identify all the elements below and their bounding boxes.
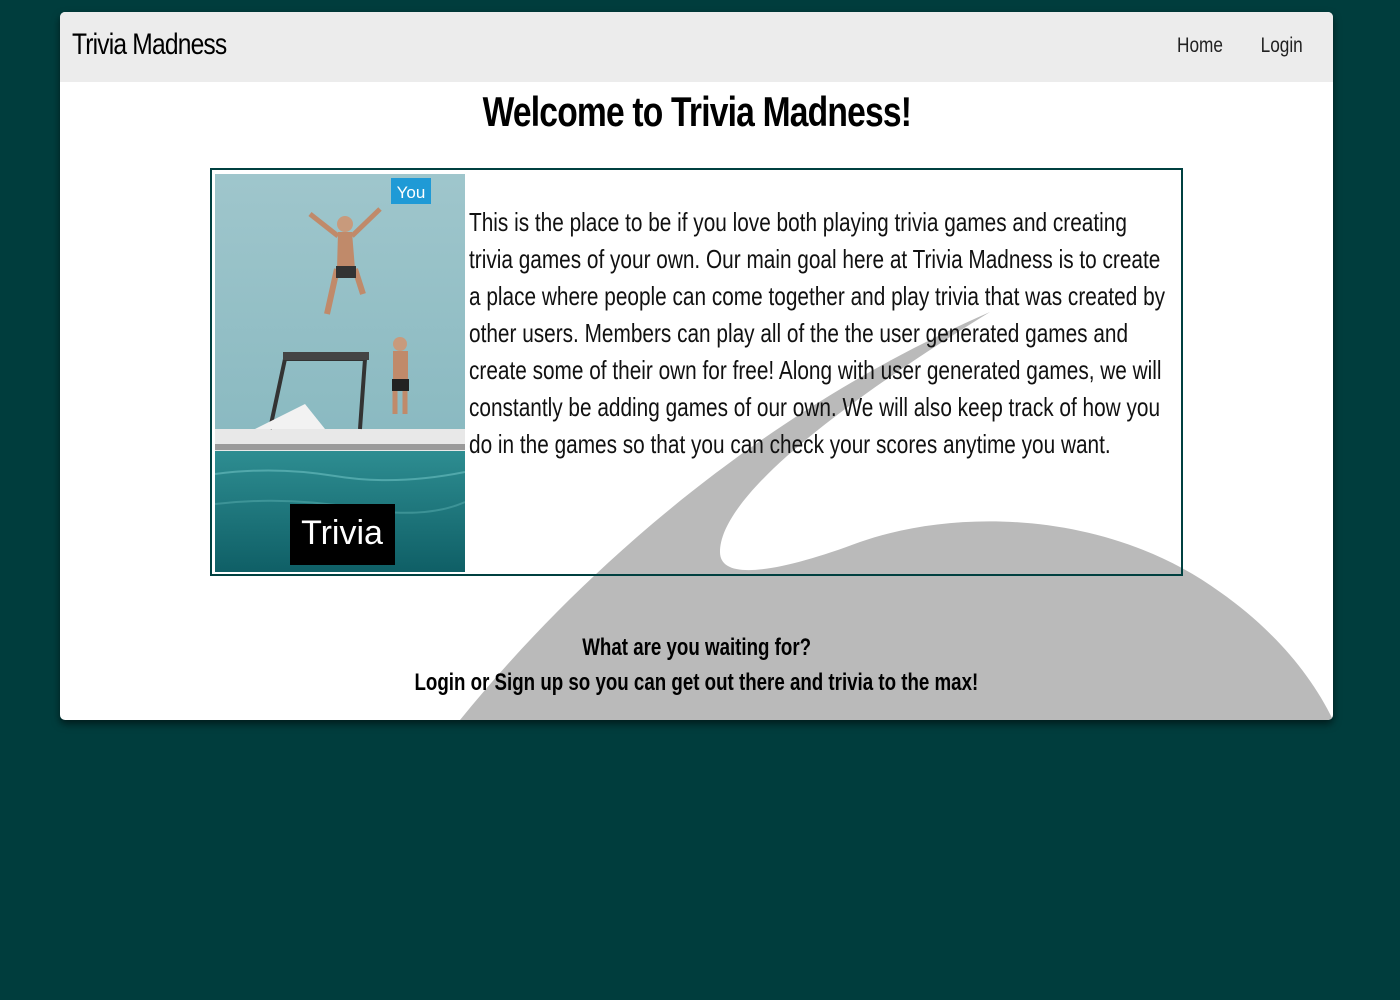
nav-links: Home Login	[1172, 34, 1307, 58]
page-title: Welcome to Trivia Madness!	[482, 88, 911, 135]
main-card: Trivia Madness Home Login Welcome to Tri…	[60, 12, 1333, 720]
navbar: Trivia Madness Home Login	[60, 12, 1333, 82]
cta-line-1: What are you waiting for?	[582, 634, 811, 661]
about-text: This is the place to be if you love both…	[469, 207, 1166, 459]
brand-logo[interactable]: Trivia Madness	[72, 28, 227, 62]
info-box: You Trivia This is the place to be if yo…	[210, 168, 1183, 576]
cta-line-2: Login or Sign up so you can get out ther…	[414, 669, 979, 696]
call-to-action: What are you waiting for? Login or Sign …	[60, 630, 1333, 700]
you-badge-text: You	[397, 183, 426, 202]
trivia-promo-image: You Trivia	[215, 174, 465, 572]
trivia-caption-text: Trivia	[301, 514, 383, 552]
nav-login-link[interactable]: Login	[1260, 34, 1302, 58]
nav-home-link[interactable]: Home	[1177, 34, 1223, 58]
